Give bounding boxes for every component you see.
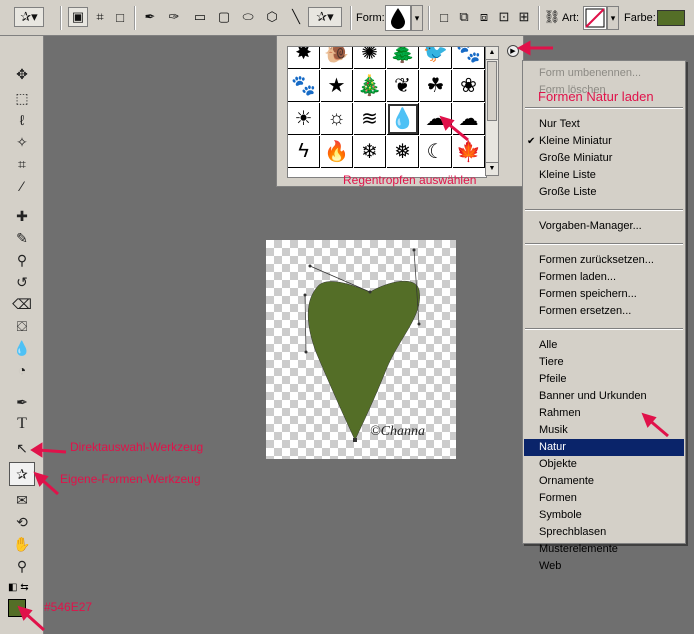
- annotation-arrows: [17, 40, 669, 632]
- arrow-head: [516, 40, 531, 56]
